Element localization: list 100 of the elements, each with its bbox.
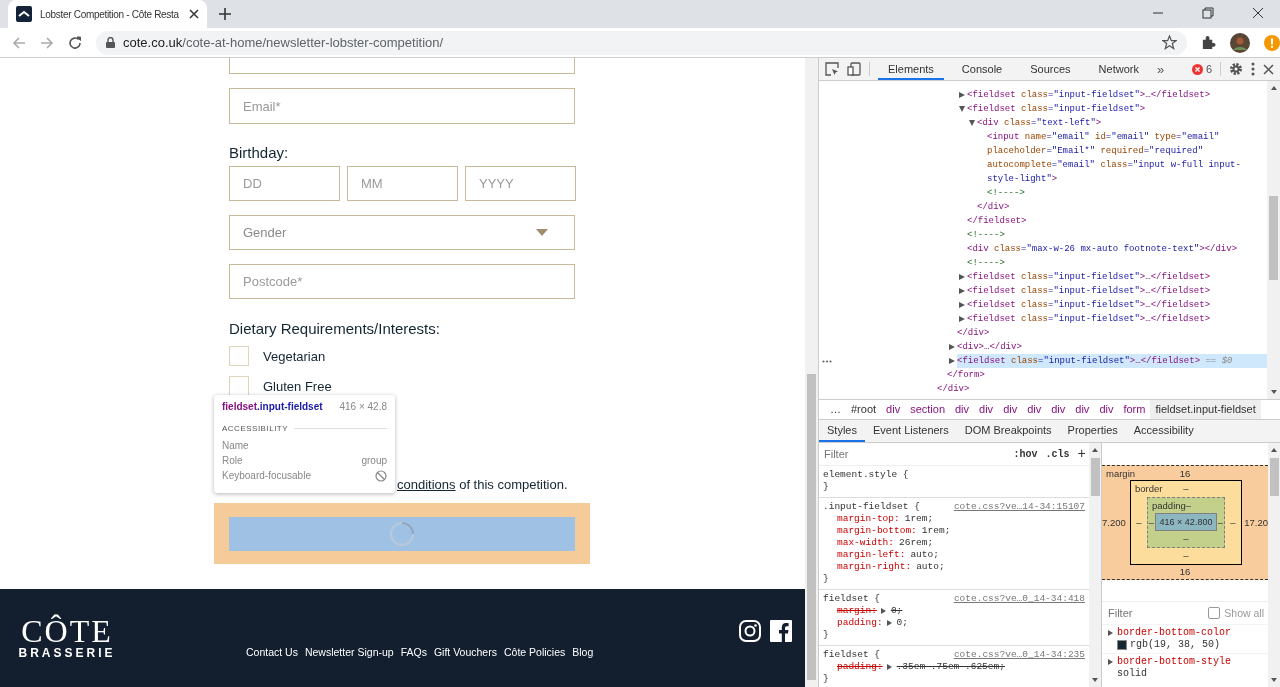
dom-node[interactable]: <!----> [967, 228, 1267, 242]
dom-node[interactable]: <fieldset class="input-fieldset">…</fieldset> [967, 298, 1267, 312]
dom-node[interactable]: </div> [957, 326, 1267, 340]
css-value: solid [1117, 668, 1147, 680]
dom-node[interactable]: <!----> [987, 186, 1267, 200]
dom-node[interactable]: <fieldset class="input-fieldset">…</fieldset> [967, 284, 1267, 298]
css-property: padding: [837, 617, 883, 629]
terms-link[interactable]: conditions [397, 477, 456, 492]
devtools-tab[interactable]: Elements [878, 58, 944, 80]
box-value: 7.200 [1102, 516, 1127, 528]
breadcrumb[interactable]: #root [846, 400, 882, 419]
element-selector: fieldset.input-fieldset [222, 401, 323, 412]
date-field[interactable]: DD [229, 166, 340, 201]
devtools-tab[interactable]: Network [1088, 58, 1149, 80]
box-value: – [1229, 516, 1237, 528]
breadcrumb[interactable]: div [1046, 400, 1071, 419]
css-value: 0; [896, 617, 908, 629]
dom-node[interactable]: <div class="text-left"> [977, 116, 1267, 130]
checkbox-label: Show all [1224, 607, 1264, 619]
css-value: rgb(19, 38, 50) [1130, 639, 1220, 651]
dom-node[interactable]: <div>…</div> [957, 340, 1267, 354]
css-value: auto; [916, 561, 945, 573]
browser-tab[interactable]: Lobster Competition - Côte Resta [8, 0, 207, 28]
breadcrumb[interactable]: div [950, 400, 975, 419]
css-property: max-width: [837, 537, 894, 549]
dom-node[interactable]: <div class="max-w-26 mx-auto footnote-text"></div> [967, 242, 1267, 256]
dom-node[interactable]: <fieldset class="input-fieldset">…</fieldset> [967, 88, 1267, 102]
css-selector: fieldset { [823, 649, 880, 661]
pane-tab[interactable]: Accessibility [1125, 420, 1202, 442]
dom-node[interactable]: </fieldset> [967, 214, 1267, 228]
dom-node[interactable]: </div> [977, 200, 1267, 214]
dom-node[interactable]: <input name="email" id="email" type="email" placeholder="Email*" required="required" autocomplete="email" class="input w-full input-style-light"> [987, 130, 1267, 186]
element-size: 416 × 42.8 [339, 401, 387, 412]
dom-node[interactable]: <fieldset class="input-fieldset">…</fieldset> [967, 270, 1267, 284]
footer-link[interactable]: Blog [572, 646, 594, 658]
box-value: 17.20 [1243, 516, 1268, 528]
dom-node[interactable]: </div> [937, 382, 1267, 396]
dom-node[interactable]: <fieldset class="input-fieldset">…</fieldset> == $0 [957, 354, 1267, 368]
pane-tab[interactable]: DOM Breakpoints [956, 420, 1060, 442]
breadcrumb[interactable]: section [905, 400, 950, 419]
address-bar[interactable]: cote.co.uk/cote-at-home/newsletter-lobster-competition/ [96, 30, 1187, 55]
property-label: Role [222, 455, 243, 466]
css-brace: } [823, 673, 830, 685]
box-value: 16 [1179, 467, 1191, 480]
gender-select[interactable]: Gender [229, 215, 575, 250]
dom-node[interactable]: <fieldset class="input-fieldset">…</fieldset> [967, 312, 1267, 326]
source-link[interactable]: cote.css?ve…0_14-34:235 [953, 649, 1085, 661]
css-property: margin-left: [837, 549, 906, 561]
pane-tab[interactable]: Styles [819, 420, 865, 442]
footer-link[interactable]: Côte Policies [503, 646, 566, 658]
breadcrumb[interactable]: div [974, 400, 999, 419]
checkbox-label: Vegetarian [263, 348, 326, 364]
box-value: – [1182, 531, 1190, 546]
footer-link[interactable]: Gift Vouchers [433, 646, 497, 658]
css-property: margin: [837, 605, 877, 617]
box-label: border [1134, 482, 1164, 496]
source-link[interactable]: cote.css?ve…0_14-34:418 [953, 593, 1085, 605]
breadcrumb[interactable]: fieldset.input-fieldset [1150, 400, 1261, 419]
pane-tab[interactable]: Event Listeners [864, 420, 957, 442]
box-value: – [1148, 516, 1155, 528]
css-value: 0; [890, 605, 903, 617]
css-property: margin-right: [837, 561, 912, 573]
date-field[interactable]: YYYY [465, 166, 576, 201]
box-value: 16 [1178, 564, 1192, 579]
css-property: border-bottom-color [1117, 627, 1232, 639]
breadcrumb[interactable]: … [825, 400, 846, 419]
breadcrumb[interactable]: div [998, 400, 1023, 419]
box-value: – [1135, 516, 1143, 528]
add-rule-button[interactable]: + [1077, 446, 1086, 462]
source-link[interactable]: cote.css?ve…14-34:15107 [953, 501, 1085, 513]
dom-node[interactable]: </form> [947, 368, 1267, 382]
box-label: padding [1151, 499, 1186, 513]
date-field[interactable]: MM [347, 166, 458, 201]
footer-link[interactable]: Newsletter Sign-up [304, 646, 394, 658]
url-text: cote.co.uk/cote-at-home/newsletter-lobster-competition/ [123, 35, 444, 50]
css-property: border-bottom-style [1117, 656, 1232, 668]
footer-link[interactable]: Contact Us [246, 646, 298, 658]
postcode-field[interactable]: Postcode* [229, 264, 575, 299]
email-field[interactable]: Email* [229, 88, 575, 124]
breadcrumb[interactable]: div [881, 400, 906, 419]
dom-node[interactable]: <fieldset class="input-fieldset"> [967, 102, 1267, 116]
more-tabs-button[interactable]: » [1156, 61, 1165, 77]
checkbox-label: Gluten Free [263, 378, 332, 394]
hover-state-button[interactable]: :hov [1013, 448, 1038, 460]
breadcrumb[interactable]: div [1070, 400, 1095, 419]
footer-link[interactable]: FAQs [400, 646, 427, 658]
css-value: 1rem; [904, 513, 934, 525]
css-value: auto; [910, 549, 939, 561]
breadcrumb[interactable]: div [1022, 400, 1047, 419]
dom-node[interactable]: <!----> [967, 256, 1267, 270]
property-label: Name [222, 440, 249, 451]
devtools-tab[interactable]: Console [951, 58, 1013, 80]
breadcrumb[interactable]: form [1118, 400, 1151, 419]
section-title: ACCESSIBILITY [222, 424, 289, 433]
breadcrumb[interactable]: div [1094, 400, 1119, 419]
logo-tagline: BRASSERIE [18, 646, 116, 660]
devtools-tab[interactable]: Sources [1020, 58, 1081, 80]
css-brace: } [823, 629, 830, 641]
class-button[interactable]: .cls [1045, 448, 1070, 460]
pane-tab[interactable]: Properties [1059, 420, 1126, 442]
